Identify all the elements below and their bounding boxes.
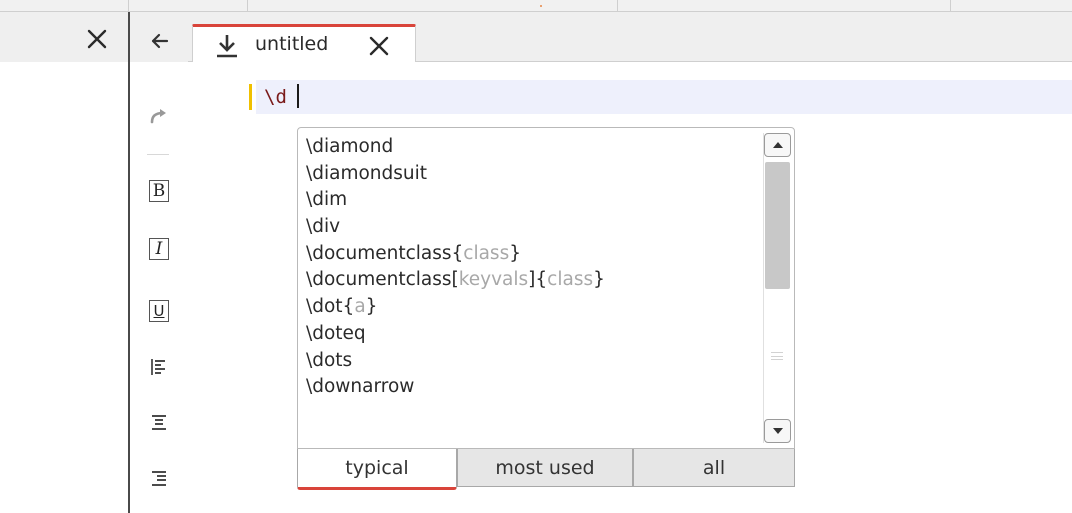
- completion-item-text: }: [509, 242, 521, 264]
- align-left-button[interactable]: [142, 352, 176, 382]
- undo-button[interactable]: [142, 26, 176, 56]
- completion-item-text: \diamond: [306, 136, 394, 157]
- completion-items: \diamond \diamondsuit \dim \div \documentcla…: [306, 134, 756, 401]
- close-tab-button[interactable]: [365, 32, 393, 60]
- scroll-up-button[interactable]: [764, 133, 791, 157]
- completion-list[interactable]: \diamond \diamondsuit \dim \div \documentcla…: [297, 127, 795, 449]
- completion-item-text: \dots: [306, 349, 353, 371]
- completion-item-text: \doteq: [306, 322, 366, 344]
- align-center-icon: [152, 415, 166, 430]
- completion-item-text: ]{: [528, 269, 548, 291]
- completion-item-text: \downarrow: [306, 376, 415, 398]
- top-bar-separator: [950, 0, 951, 11]
- completion-item[interactable]: \diamond: [306, 134, 756, 161]
- toolbar-separator: [147, 154, 169, 155]
- completion-item[interactable]: \downarrow: [306, 374, 756, 401]
- completion-item-text: }: [593, 269, 605, 291]
- completion-item-argument: keyvals: [458, 269, 529, 291]
- redo-button[interactable]: [142, 102, 176, 132]
- completion-item[interactable]: \diamondsuit: [306, 161, 756, 188]
- italic-icon: I: [149, 238, 169, 260]
- completion-tab-all[interactable]: all: [633, 449, 795, 487]
- align-center-button[interactable]: [142, 408, 176, 438]
- completion-item[interactable]: \dim: [306, 187, 756, 214]
- completion-item[interactable]: \doteq: [306, 321, 756, 348]
- scroll-down-button[interactable]: [764, 419, 791, 443]
- current-line-highlight: [256, 80, 1072, 114]
- close-panel-button[interactable]: [82, 24, 112, 54]
- completion-item[interactable]: \div: [306, 214, 756, 241]
- scrollbar-grip: [771, 352, 783, 360]
- underline-icon: U: [149, 300, 169, 322]
- completion-item-argument: class: [547, 269, 594, 291]
- completion-filter-tabs: typical most used all: [297, 449, 795, 490]
- completion-item[interactable]: \dots: [306, 348, 756, 375]
- editor-tab-bar: untitled: [188, 12, 1072, 62]
- line-gutter: [188, 62, 254, 513]
- top-bar: [0, 0, 1072, 12]
- format-toolbar: B I U: [130, 12, 188, 513]
- editor-tab-title: untitled: [255, 33, 329, 55]
- completion-item[interactable]: \documentclass[keyvals]{class}: [306, 267, 756, 294]
- completion-item-text: \dot{: [306, 296, 355, 318]
- bold-button[interactable]: B: [142, 176, 176, 206]
- italic-button[interactable]: I: [142, 234, 176, 264]
- completion-item-argument: a: [354, 296, 366, 318]
- top-bar-separator: [617, 0, 618, 11]
- completion-tab-typical[interactable]: typical: [297, 449, 457, 490]
- align-left-icon: [151, 359, 165, 375]
- download-icon[interactable]: [215, 33, 239, 59]
- completion-item-text: \diamondsuit: [306, 162, 428, 184]
- align-right-button[interactable]: [142, 464, 176, 494]
- undo-icon: [151, 33, 169, 49]
- completion-item-argument: class: [463, 242, 510, 264]
- bold-icon: B: [149, 180, 169, 202]
- align-right-icon: [152, 471, 166, 486]
- underline-label: U: [153, 301, 165, 320]
- editor-tab[interactable]: untitled: [192, 24, 416, 62]
- redo-icon: [150, 109, 166, 124]
- left-panel: [0, 12, 128, 513]
- completion-item-text: }: [365, 296, 378, 318]
- completion-item-text: \div: [306, 216, 341, 238]
- italic-label: I: [155, 238, 163, 259]
- completion-item[interactable]: \documentclass{class}: [306, 241, 756, 268]
- top-bar-indicator: [540, 5, 542, 7]
- scrollbar-thumb[interactable]: [765, 162, 790, 289]
- triangle-up-icon: [772, 142, 783, 148]
- close-icon: [369, 36, 389, 56]
- current-line-text[interactable]: \d: [264, 85, 287, 109]
- close-icon: [87, 29, 107, 49]
- triangle-down-icon: [772, 428, 783, 434]
- bold-label: B: [152, 180, 166, 201]
- completion-item-text: \dim: [306, 189, 348, 211]
- completion-item-text: \documentclass[: [306, 269, 459, 291]
- completion-item[interactable]: \dot{a}: [306, 294, 756, 321]
- top-bar-separator: [128, 0, 129, 11]
- autocomplete-popup: \diamond \diamondsuit \dim \div \documentcla…: [297, 127, 795, 490]
- completion-scrollbar[interactable]: [763, 133, 791, 443]
- top-bar-separator: [247, 0, 248, 11]
- underline-button[interactable]: U: [142, 296, 176, 326]
- text-cursor: [297, 84, 299, 108]
- line-change-marker: [249, 84, 252, 110]
- completion-tab-most-used[interactable]: most used: [457, 449, 633, 487]
- completion-item-text: \documentclass{: [306, 242, 464, 264]
